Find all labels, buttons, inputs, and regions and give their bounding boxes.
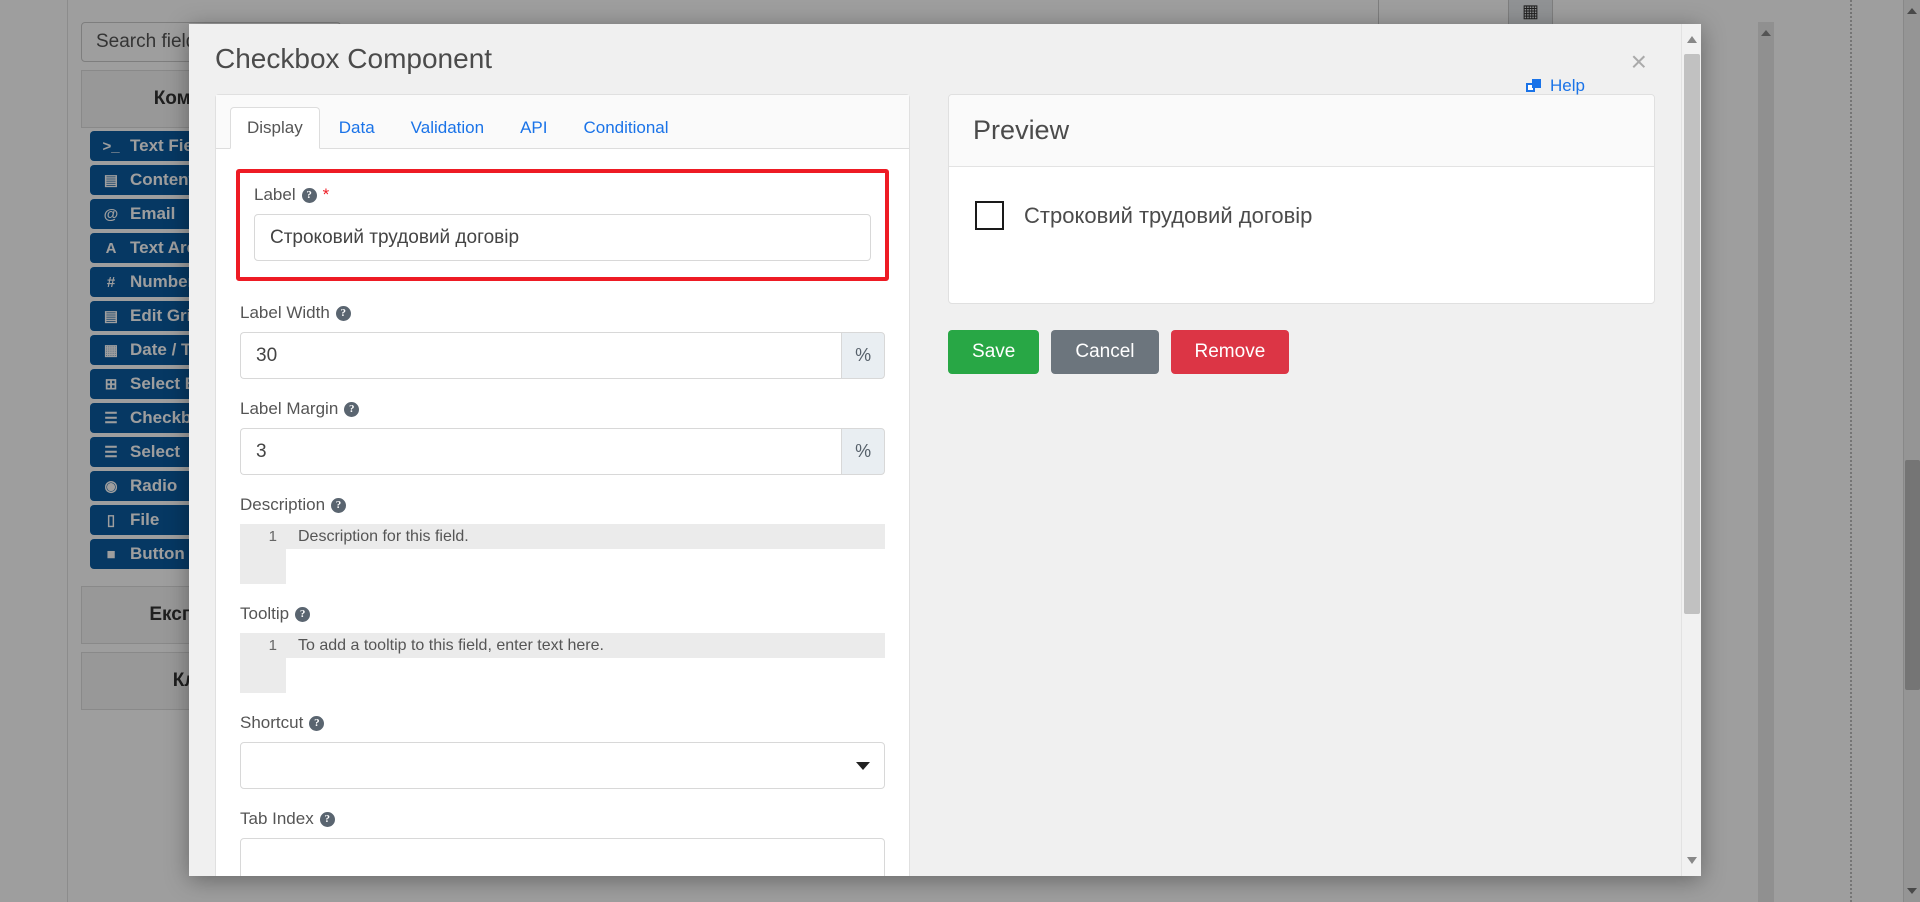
label-input[interactable]: [254, 214, 871, 261]
label-width-input[interactable]: [240, 332, 841, 379]
editor-lines: Description for this field.: [286, 524, 885, 584]
label-text: Label Width: [240, 303, 330, 323]
editor-lines: To add a tooltip to this field, enter te…: [286, 633, 885, 693]
tab-data[interactable]: Data: [322, 107, 392, 149]
help-question-icon[interactable]: ?: [309, 716, 324, 731]
checkbox-component-modal: Checkbox Component × Help Display Data V…: [189, 24, 1701, 876]
tab-index-label: Tab Index ?: [240, 809, 885, 829]
tooltip-field-group: Tooltip ? 1 To add a tooltip to this fie…: [240, 604, 885, 693]
label-field-label: Label ? *: [254, 185, 871, 205]
tooltip-label: Tooltip ?: [240, 604, 885, 624]
editor-placeholder: Description for this field.: [286, 524, 885, 549]
preview-title: Preview: [973, 115, 1630, 146]
help-question-icon[interactable]: ?: [302, 188, 317, 203]
label-field-group: Label ? *: [236, 169, 889, 281]
label-text: Tooltip: [240, 604, 289, 624]
tab-index-field-group: Tab Index ?: [240, 809, 885, 876]
preview-header: Preview: [949, 95, 1654, 167]
modal-action-buttons: Save Cancel Remove: [948, 330, 1655, 374]
preview-checkbox[interactable]: [975, 201, 1004, 230]
modal-scroll-area: Checkbox Component × Help Display Data V…: [189, 24, 1681, 876]
description-editor[interactable]: 1 Description for this field.: [240, 524, 885, 584]
line-number: 1: [240, 637, 277, 654]
label-text: Shortcut: [240, 713, 303, 733]
tab-display[interactable]: Display: [230, 107, 320, 149]
display-tab-panel: Label ? * Label Width ?: [216, 149, 909, 876]
label-text: Tab Index: [240, 809, 314, 829]
remove-button[interactable]: Remove: [1171, 330, 1290, 374]
modal-title: Checkbox Component: [215, 43, 492, 75]
settings-tabs: Display Data Validation API Conditional: [216, 95, 909, 149]
label-text: Label: [254, 185, 296, 205]
shortcut-label: Shortcut ?: [240, 713, 885, 733]
required-marker: *: [323, 185, 330, 205]
help-question-icon[interactable]: ?: [320, 812, 335, 827]
close-icon[interactable]: ×: [1631, 48, 1647, 76]
shortcut-select[interactable]: [240, 742, 885, 789]
label-width-label: Label Width ?: [240, 303, 885, 323]
modal-body: Display Data Validation API Conditional …: [189, 94, 1681, 876]
label-margin-input-group: %: [240, 428, 885, 475]
tab-conditional[interactable]: Conditional: [566, 107, 685, 149]
modal-header: Checkbox Component × Help: [189, 24, 1681, 94]
description-label: Description ?: [240, 495, 885, 515]
line-number-gutter: 1: [240, 633, 286, 693]
preview-body: Строковий трудовий договір: [949, 167, 1654, 303]
tooltip-editor[interactable]: 1 To add a tooltip to this field, enter …: [240, 633, 885, 693]
help-question-icon[interactable]: ?: [344, 402, 359, 417]
save-button[interactable]: Save: [948, 330, 1039, 374]
percent-addon: %: [841, 428, 885, 475]
preview-checkbox-row: Строковий трудовий договір: [975, 201, 1628, 230]
tab-index-input[interactable]: [240, 838, 885, 876]
label-text: Label Margin: [240, 399, 338, 419]
preview-checkbox-label: Строковий трудовий договір: [1024, 203, 1312, 229]
label-margin-label: Label Margin ?: [240, 399, 885, 419]
help-link[interactable]: Help: [1526, 76, 1585, 96]
help-question-icon[interactable]: ?: [331, 498, 346, 513]
help-label: Help: [1550, 76, 1585, 96]
preview-column: Preview Строковий трудовий договір Save …: [948, 94, 1655, 876]
label-margin-input[interactable]: [240, 428, 841, 475]
percent-addon: %: [841, 332, 885, 379]
shortcut-field-group: Shortcut ?: [240, 713, 885, 789]
editor-placeholder: To add a tooltip to this field, enter te…: [286, 633, 885, 658]
scroll-up-arrow-icon[interactable]: [1687, 36, 1697, 43]
label-width-input-group: %: [240, 332, 885, 379]
help-question-icon[interactable]: ?: [336, 306, 351, 321]
scrollbar-thumb[interactable]: [1684, 54, 1700, 614]
line-number-gutter: 1: [240, 524, 286, 584]
help-question-icon[interactable]: ?: [295, 607, 310, 622]
tab-api[interactable]: API: [503, 107, 564, 149]
preview-card: Preview Строковий трудовий договір: [948, 94, 1655, 304]
description-field-group: Description ? 1 Description for this fie…: [240, 495, 885, 584]
chevron-down-icon: [856, 762, 870, 770]
scroll-down-arrow-icon[interactable]: [1687, 857, 1697, 864]
line-number: 1: [240, 528, 277, 545]
label-margin-field-group: Label Margin ? %: [240, 399, 885, 475]
label-width-field-group: Label Width ? %: [240, 303, 885, 379]
settings-card: Display Data Validation API Conditional …: [215, 94, 910, 876]
tab-validation[interactable]: Validation: [394, 107, 501, 149]
modal-scrollbar[interactable]: [1681, 24, 1701, 876]
external-window-icon: [1526, 79, 1543, 94]
cancel-button[interactable]: Cancel: [1051, 330, 1158, 374]
label-text: Description: [240, 495, 325, 515]
